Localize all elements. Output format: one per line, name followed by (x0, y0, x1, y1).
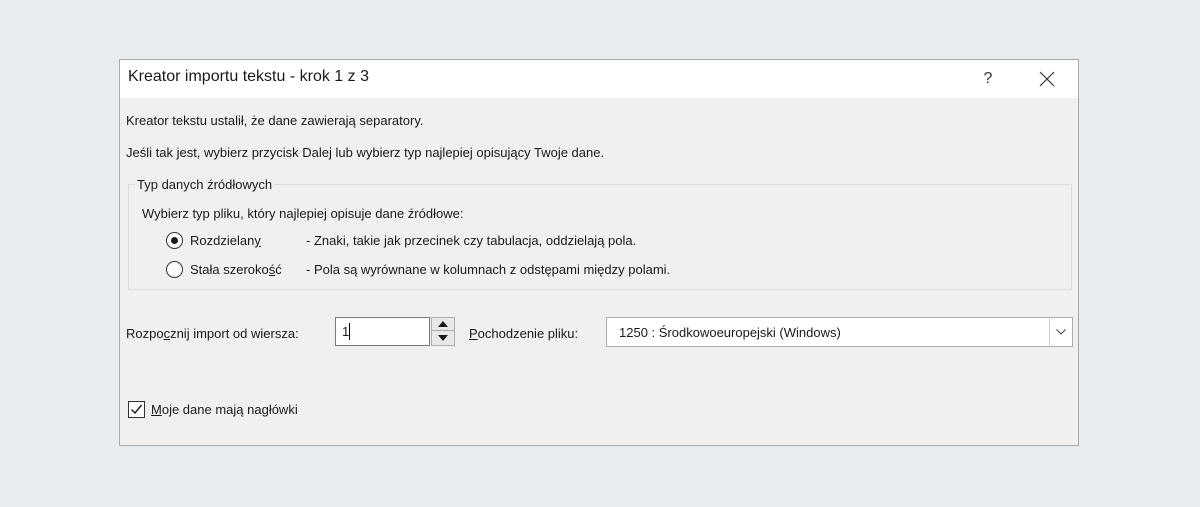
file-origin-accesskey: P (469, 326, 478, 341)
checkmark-icon (131, 404, 143, 415)
headers-label-post: oje dane mają nagłówki (161, 402, 298, 417)
spin-down-button[interactable] (432, 332, 454, 345)
chevron-down-icon (1056, 329, 1066, 335)
triangle-down-icon (438, 335, 448, 341)
delimited-label-text: Rozdzielan (190, 233, 255, 248)
title-bar[interactable]: Kreator importu tekstu - krok 1 z 3 ? (120, 60, 1078, 98)
headers-accesskey: M (151, 402, 162, 417)
help-button[interactable]: ? (968, 64, 1008, 94)
file-origin-dropdown-button[interactable] (1049, 318, 1072, 346)
text-caret (349, 323, 350, 340)
file-origin-value: 1250 : Środkowoeuropejski (Windows) (619, 325, 841, 340)
file-origin-select[interactable]: 1250 : Środkowoeuropejski (Windows) (606, 317, 1073, 347)
headers-checkbox[interactable] (128, 401, 145, 418)
delimited-description: - Znaki, takie jak przecinek czy tabulac… (306, 233, 637, 248)
triangle-up-icon (438, 321, 448, 327)
radio-selected-dot (171, 237, 178, 244)
delimited-radio[interactable] (166, 232, 183, 249)
dialog-title: Kreator importu tekstu - krok 1 z 3 (128, 68, 369, 85)
fixed-width-radio[interactable] (166, 261, 183, 278)
intro-text-1: Kreator tekstu ustalił, że dane zawieraj… (126, 113, 424, 128)
intro-text-2: Jeśli tak jest, wybierz przycisk Dalej l… (126, 145, 605, 160)
source-type-prompt: Wybierz typ pliku, który najlepiej opisu… (142, 206, 464, 221)
close-button[interactable] (1025, 64, 1069, 94)
fixed-width-label-tail: ć (275, 262, 282, 277)
fixed-width-description: - Pola są wyrównane w kolumnach z odstęp… (306, 262, 671, 277)
delimited-accesskey: y (254, 233, 261, 248)
text-import-wizard-dialog: Kreator importu tekstu - krok 1 z 3 ? Kr… (119, 59, 1079, 446)
spin-up-button[interactable] (432, 318, 454, 331)
fixed-width-label-text: Stała szeroko (190, 262, 269, 277)
headers-checkbox-label[interactable]: Moje dane mają nagłówki (151, 402, 298, 417)
close-icon (1039, 71, 1055, 87)
file-origin-label-post: ochodzenie pliku: (477, 326, 579, 341)
start-row-label: Rozpocznij import od wiersza: (126, 326, 299, 341)
file-origin-label: Pochodzenie pliku: (469, 326, 578, 341)
start-row-label-post: znij import od wiersza: (170, 326, 299, 341)
start-row-label-pre: Rozpo (126, 326, 164, 341)
fixed-width-label[interactable]: Stała szerokość (190, 262, 282, 277)
start-row-input[interactable]: 1 (335, 317, 430, 346)
start-row-spinner (431, 317, 455, 346)
delimited-label[interactable]: Rozdzielany (190, 233, 261, 248)
source-type-legend: Typ danych źródłowych (135, 177, 275, 192)
